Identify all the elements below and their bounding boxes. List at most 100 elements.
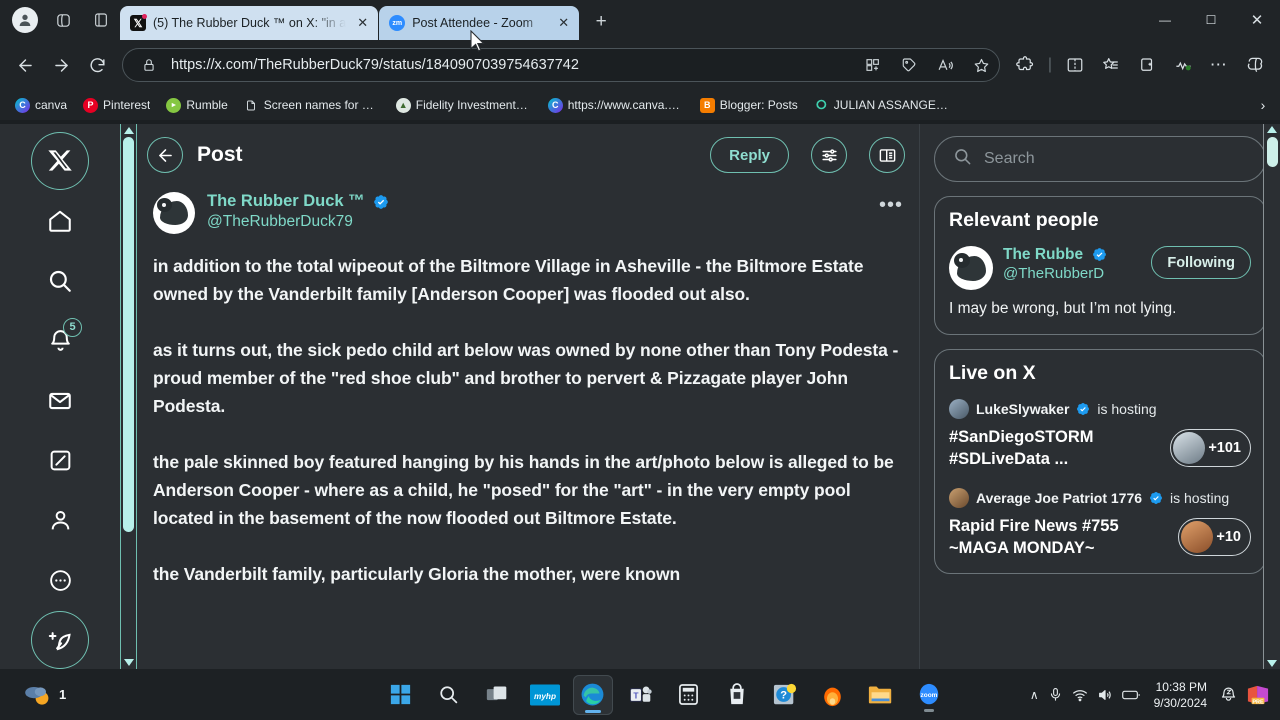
pinterest-icon: P (83, 97, 99, 113)
file-explorer-icon[interactable] (861, 675, 901, 715)
workspaces-icon[interactable] (46, 3, 80, 37)
close-icon[interactable]: ✕ (554, 14, 573, 33)
live-host-name[interactable]: LukeSlywaker (976, 401, 1069, 417)
scroll-down-arrow[interactable] (123, 659, 134, 666)
chevron-up-icon[interactable]: ∧ (1030, 688, 1039, 702)
scroll-up-arrow[interactable] (1267, 126, 1277, 133)
toolbar-divider: | (1047, 56, 1053, 73)
list-item[interactable]: LukeSlywaker is hosting #SanDiegoSTORM #… (949, 399, 1251, 470)
do-not-disturb-icon[interactable] (1220, 686, 1237, 703)
store-icon[interactable] (717, 675, 757, 715)
rumble-icon: ► (166, 97, 182, 113)
bookmark-rumble[interactable]: ► Rumble (159, 95, 234, 116)
taskbar-clock[interactable]: 10:38 PM 9/30/2024 (1150, 679, 1211, 711)
bookmark-canva[interactable]: C canva (8, 95, 74, 116)
back-button[interactable] (8, 48, 42, 82)
home-icon[interactable] (32, 192, 88, 250)
zoom-icon[interactable]: zoom (909, 675, 949, 715)
split-screen-icon[interactable] (859, 51, 887, 79)
compose-post-icon[interactable] (31, 611, 89, 669)
minimize-button[interactable]: — (1142, 0, 1188, 40)
forward-button[interactable] (44, 48, 78, 82)
close-icon[interactable]: ✕ (353, 14, 372, 33)
more-circle-icon[interactable] (32, 551, 88, 609)
person-name[interactable]: The Rubbe (1003, 246, 1083, 264)
task-view-icon[interactable] (477, 675, 517, 715)
search-icon[interactable] (32, 252, 88, 310)
close-window-button[interactable]: ✕ (1234, 0, 1280, 40)
bookmark-blogger[interactable]: B Blogger: Posts (693, 95, 805, 116)
page-title: Post (197, 143, 243, 166)
teams-icon[interactable]: T (621, 675, 661, 715)
scroll-up-arrow[interactable] (123, 127, 134, 134)
scrollbar-thumb[interactable] (1266, 137, 1278, 167)
post-more-icon[interactable]: ••• (879, 194, 903, 217)
refresh-button[interactable] (80, 48, 114, 82)
new-tab-button[interactable]: + (586, 7, 616, 37)
list-item[interactable]: Average Joe Patriot 1776 is hosting Rapi… (949, 488, 1251, 559)
settings-more-icon[interactable]: ⋯ (1202, 48, 1236, 82)
extensions-icon[interactable] (1008, 48, 1042, 82)
page-scrollbar[interactable] (120, 124, 137, 669)
browser-essentials-icon[interactable] (1166, 48, 1200, 82)
notifications-bell-icon[interactable]: 5 (32, 312, 88, 370)
browser-scrollbar[interactable] (1263, 124, 1280, 669)
read-aloud-icon[interactable] (931, 51, 959, 79)
grok-icon[interactable] (32, 431, 88, 489)
book-reader-icon[interactable] (869, 137, 905, 173)
scroll-down-arrow[interactable] (1267, 660, 1277, 667)
messages-envelope-icon[interactable] (32, 372, 88, 430)
favorites-icon[interactable] (1094, 48, 1128, 82)
search-input[interactable]: Search (934, 136, 1266, 182)
avatar[interactable] (153, 192, 195, 234)
favorite-star-icon[interactable] (967, 51, 995, 79)
tab-actions-icon[interactable] (84, 3, 118, 37)
bookmark-julian-assange[interactable]: ⭘ JULIAN ASSANGE P... (807, 95, 957, 116)
wifi-icon[interactable] (1072, 687, 1088, 703)
x-logo-icon[interactable] (31, 132, 89, 190)
profile-person-icon[interactable] (32, 491, 88, 549)
following-button[interactable]: Following (1151, 246, 1251, 279)
copilot-icon[interactable] (1238, 48, 1272, 82)
shopping-tag-icon[interactable] (895, 51, 923, 79)
sliders-icon[interactable] (811, 137, 847, 173)
bookmarks-overflow-button[interactable]: › (1252, 94, 1274, 116)
bookmark-canva-url[interactable]: C https://www.canva.c... (541, 95, 691, 116)
list-item[interactable]: The Rubbe @TheRubberD Following (949, 246, 1251, 290)
taskbar-weather-widget[interactable]: 1 (0, 682, 300, 708)
myhp-icon[interactable]: myhp (525, 675, 565, 715)
live-host-name[interactable]: Average Joe Patriot 1776 (976, 490, 1142, 506)
bookmark-screen-names[interactable]: Screen names for all... (237, 95, 387, 116)
taskbar-search-icon[interactable] (429, 675, 469, 715)
live-topic[interactable]: Rapid Fire News #755 ~MAGA MONDAY~ (949, 515, 1170, 559)
live-topic[interactable]: #SanDiegoSTORM #SDLiveData ... (949, 426, 1162, 470)
maximize-button[interactable]: ☐ (1188, 0, 1234, 40)
split-screen-icon[interactable] (1058, 48, 1092, 82)
author-handle[interactable]: @TheRubberDuck79 (207, 213, 867, 231)
volume-icon[interactable] (1097, 687, 1113, 703)
firefox-icon[interactable] (813, 675, 853, 715)
reply-button[interactable]: Reply (710, 137, 789, 173)
help-icon[interactable]: ? (765, 675, 805, 715)
start-button[interactable] (381, 675, 421, 715)
address-bar[interactable]: https://x.com/TheRubberDuck79/status/184… (122, 48, 1000, 82)
bookmark-label: Rumble (186, 98, 228, 112)
profile-avatar[interactable] (8, 3, 42, 37)
bookmark-label: Screen names for all... (263, 98, 380, 112)
scrollbar-thumb[interactable] (123, 137, 134, 532)
edge-icon[interactable] (572, 674, 613, 715)
person-handle[interactable]: @TheRubberD (1003, 265, 1141, 282)
avatar[interactable] (949, 246, 993, 290)
author-display-name[interactable]: The Rubber Duck ™ (207, 192, 365, 211)
bookmark-pinterest[interactable]: P Pinterest (76, 95, 157, 116)
browser-tab-x[interactable]: 𝕏 (5) The Rubber Duck ™ on X: "in a ✕ (120, 6, 379, 40)
back-arrow-icon[interactable] (147, 137, 183, 173)
collections-icon[interactable] (1130, 48, 1164, 82)
microphone-icon[interactable] (1048, 687, 1063, 702)
office-pre-icon[interactable]: PRE (1246, 684, 1270, 706)
listeners-count: +101 (1170, 429, 1251, 467)
battery-icon[interactable] (1121, 688, 1141, 702)
bookmark-fidelity[interactable]: ▲ Fidelity Investments... (389, 95, 539, 116)
calculator-icon[interactable] (669, 675, 709, 715)
search-icon (953, 147, 972, 171)
